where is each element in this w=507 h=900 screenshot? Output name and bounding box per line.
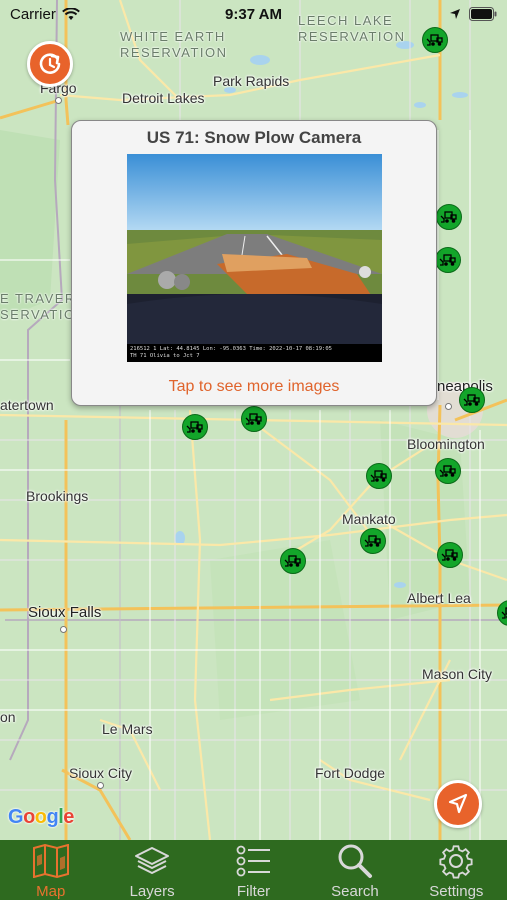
snow-plow-icon bbox=[284, 555, 301, 567]
city-label-bloomington: Bloomington bbox=[407, 436, 485, 452]
my-location-button[interactable] bbox=[434, 780, 482, 828]
filter-list-icon bbox=[234, 843, 274, 879]
snow-plow-marker[interactable] bbox=[360, 528, 386, 554]
snow-plow-icon bbox=[439, 465, 456, 477]
city-dot-fargo bbox=[55, 97, 62, 104]
snow-plow-icon bbox=[441, 549, 458, 561]
refresh-icon bbox=[39, 53, 61, 74]
snow-plow-marker[interactable] bbox=[435, 458, 461, 484]
popup-title: US 71: Snow Plow Camera bbox=[146, 128, 362, 147]
snow-plow-icon bbox=[364, 535, 381, 547]
tab-settings-label: Settings bbox=[429, 883, 484, 900]
city-label-sioux-city: Sioux City bbox=[69, 765, 133, 781]
snow-plow-marker[interactable] bbox=[422, 27, 448, 53]
tab-search[interactable]: Search bbox=[304, 840, 405, 900]
status-time: 9:37 AM bbox=[225, 5, 282, 23]
snow-plow-icon bbox=[370, 470, 387, 482]
city-label-le-mars: Le Mars bbox=[102, 721, 153, 737]
camera-snapshot bbox=[127, 154, 382, 362]
tab-filter-label: Filter bbox=[236, 883, 271, 900]
snow-plow-icon bbox=[439, 254, 456, 266]
snow-plow-marker[interactable] bbox=[241, 406, 267, 432]
more-images-link[interactable]: Tap to see more images bbox=[72, 378, 436, 396]
camera-image[interactable]: 216512 1 Lat: 44.8145 Lon: -95.0363 Time… bbox=[127, 154, 382, 362]
snow-plow-icon bbox=[440, 211, 457, 223]
snow-plow-marker[interactable] bbox=[436, 204, 462, 230]
gear-icon bbox=[436, 843, 476, 879]
reservation-label-lake-traverse: E TRAVER SERVATIO bbox=[0, 291, 76, 322]
city-label-park-rapids: Park Rapids bbox=[213, 73, 290, 89]
tab-filter[interactable]: Filter bbox=[203, 840, 304, 900]
google-logo: Google bbox=[8, 806, 74, 828]
tab-search-label: Search bbox=[331, 883, 379, 900]
layers-icon bbox=[132, 843, 172, 879]
snow-plow-marker[interactable] bbox=[280, 548, 306, 574]
city-label-mankato: Mankato bbox=[342, 511, 396, 527]
city-label-watertown: atertown bbox=[0, 397, 54, 413]
map-icon bbox=[31, 843, 71, 879]
camera-popup[interactable]: US 71: Snow Plow Camera 216512 1 Lat: 44… bbox=[71, 120, 437, 406]
snow-plow-icon bbox=[463, 394, 480, 406]
snow-plow-marker[interactable] bbox=[459, 387, 485, 413]
location-arrow-icon bbox=[448, 793, 468, 814]
refresh-button[interactable] bbox=[27, 41, 73, 87]
tab-layers[interactable]: Layers bbox=[101, 840, 202, 900]
city-label-fort-dodge: Fort Dodge bbox=[315, 765, 386, 781]
snow-plow-marker[interactable] bbox=[182, 414, 208, 440]
snow-plow-marker[interactable] bbox=[366, 463, 392, 489]
tab-map-label: Map bbox=[36, 883, 66, 900]
snow-plow-marker[interactable] bbox=[435, 247, 461, 273]
reservation-label-white-earth: WHITE EARTH RESERVATION bbox=[120, 29, 228, 60]
snow-plow-icon bbox=[426, 34, 443, 46]
tab-map[interactable]: Map bbox=[0, 840, 101, 900]
city-dot-minneapolis bbox=[445, 403, 452, 410]
city-label-detroit-lakes: Detroit Lakes bbox=[122, 90, 205, 106]
snow-plow-icon bbox=[186, 421, 203, 433]
snow-plow-icon bbox=[501, 607, 507, 619]
city-dot-sioux-city bbox=[97, 782, 104, 789]
city-label-mason-city: Mason City bbox=[422, 666, 493, 682]
city-label-sioux-falls: Sioux Falls bbox=[28, 604, 102, 621]
city-dot-sioux-falls bbox=[60, 626, 67, 633]
city-label-brookings: Brookings bbox=[26, 488, 89, 504]
tab-settings[interactable]: Settings bbox=[406, 840, 507, 900]
city-label-albert-lea: Albert Lea bbox=[407, 590, 471, 606]
search-icon bbox=[335, 843, 375, 879]
snow-plow-icon bbox=[245, 413, 262, 425]
status-bar: Carrier 9:37 AM bbox=[0, 0, 507, 28]
tab-bar: Map Layers Filter Search Settings bbox=[0, 840, 507, 900]
city-label-vermillion: on bbox=[0, 709, 16, 725]
snow-plow-marker[interactable] bbox=[437, 542, 463, 568]
tab-layers-label: Layers bbox=[129, 883, 175, 900]
camera-caption: 216512 1 Lat: 44.8145 Lon: -95.0363 Time… bbox=[130, 346, 332, 359]
